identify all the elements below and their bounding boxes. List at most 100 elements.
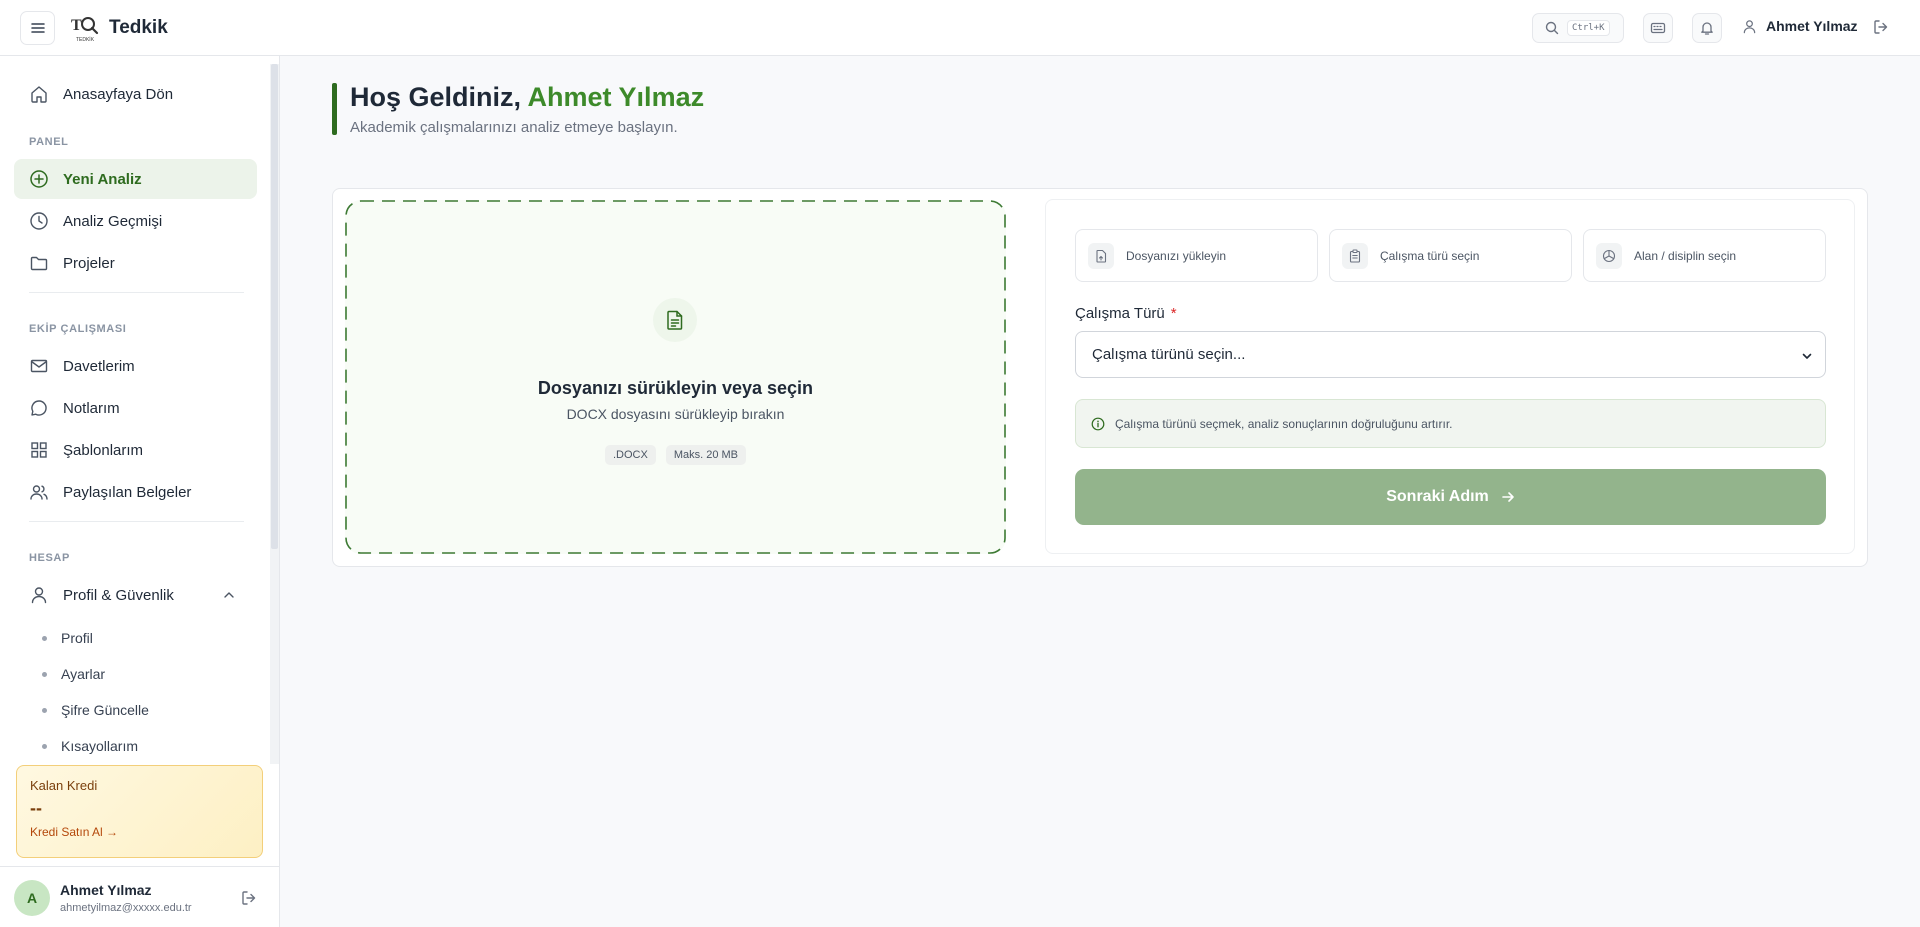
footer-user-name: Ahmet Yılmaz [60,882,152,898]
dropzone-border [345,200,1006,554]
info-icon [1091,417,1105,430]
sidebar: Anasayfaya Dön PANEL Yeni Analiz Analiz … [0,56,280,927]
svg-text:TEDKİK: TEDKİK [76,36,95,43]
clock-icon [30,212,48,230]
page-subtitle: Akademik çalışmalarınızı analiz etmeye b… [350,119,678,136]
work-type-label-text: Çalışma Türü [1075,305,1165,322]
hamburger-icon [30,23,45,33]
credit-title: Kalan Kredi [30,778,98,793]
sidebar-item-templates[interactable]: Şablonlarım [14,430,257,470]
welcome-user-name: Ahmet Yılmaz [527,82,705,112]
logout-icon [242,891,256,905]
bell-icon [1701,22,1713,35]
keyboard-icon [1650,22,1666,34]
search-button[interactable]: Ctrl+K [1532,13,1624,43]
section-label-panel: PANEL [29,136,69,148]
sidebar-item-new-analysis[interactable]: Yeni Analiz [14,159,257,199]
sidebar-item-label: Paylaşılan Belgeler [63,483,192,501]
top-user-name: Ahmet Yılmaz [1766,18,1858,34]
sidebar-item-label: Anasayfaya Dön [63,85,174,103]
menu-toggle-button[interactable] [20,11,55,45]
bullet-dot [42,707,47,713]
sidebar-user-footer: A Ahmet Yılmaz ahmetyilmaz@xxxxx.edu.tr [0,866,279,927]
credit-card: Kalan Kredi -- Kredi Satın Al → [16,765,263,858]
sidebar-subitem-label: Kısayollarım [61,738,139,754]
notifications-button[interactable] [1692,13,1722,43]
max-size-badge: Maks. 20 MB [665,445,747,465]
grid-icon [31,442,47,458]
user-menu[interactable]: Ahmet Yılmaz [1742,18,1858,34]
bullet-dot [42,635,47,641]
work-type-select[interactable]: Çalışma türünü seçin... [1075,331,1826,378]
work-type-label: Çalışma Türü * [1075,305,1177,322]
next-step-label: Sonraki Adım [1386,488,1489,505]
sidebar-subitem-label: Profil [61,630,93,646]
sidebar-item-invitations[interactable]: Davetlerim [14,346,257,386]
sidebar-item-projects[interactable]: Projeler [14,243,257,283]
dropzone-badges: .DOCX Maks. 20 MB [345,445,1006,465]
sidebar-item-label: Analiz Geçmişi [63,212,163,230]
plus-circle-icon [30,170,48,188]
work-type-select-value: Çalışma türünü seçin... [1092,346,1246,363]
next-step-button[interactable]: Sonraki Adım [1075,469,1826,525]
chevron-down-icon [1802,353,1812,359]
credit-value: -- [30,798,42,818]
sidebar-subitem-label: Şifre Güncelle [61,702,149,718]
section-label-account: HESAP [29,552,70,564]
welcome-accent-bar [332,83,337,135]
svg-text:T: T [71,17,82,34]
avatar[interactable]: A [14,880,50,916]
bullet-dot [42,671,47,677]
compass-icon [1596,242,1622,269]
logout-button[interactable] [1872,18,1890,36]
info-hint: Çalışma türünü seçmek, analiz sonuçların… [1075,399,1826,448]
step-select-work-type: Çalışma türü seçin [1329,229,1572,282]
section-label-team: EKİP ÇALIŞMASI [29,323,127,335]
sidebar-item-analysis-history[interactable]: Analiz Geçmişi [14,201,257,241]
sidebar-item-label: Notlarım [63,399,120,417]
arrow-right-icon [1501,492,1514,502]
info-text: Çalışma türünü seçmek, analiz sonuçların… [1115,416,1453,431]
sidebar-item-label: Davetlerim [63,357,135,375]
home-icon [31,86,47,103]
file-dropzone[interactable]: Dosyanızı sürükleyin veya seçin DOCX dos… [345,200,1006,554]
step-label: Alan / disiplin seçin [1634,248,1737,263]
sidebar-subitem-label: Ayarlar [61,666,106,682]
mail-icon [30,359,48,373]
clipboard-icon [1342,242,1368,269]
user-icon [1743,19,1756,33]
step-select-discipline: Alan / disiplin seçin [1583,229,1826,282]
dropzone-subtitle: DOCX dosyasını sürükleyip bırakın [566,406,785,422]
sidebar-subitem-shortcuts[interactable]: Kısayollarım [42,738,138,754]
footer-logout-button[interactable] [240,889,258,907]
sidebar-divider [29,292,244,293]
buy-credit-link[interactable]: Kredi Satın Al → [30,825,249,839]
required-asterisk: * [1170,305,1177,322]
step-upload-file: Dosyanızı yükleyin [1075,229,1318,282]
sidebar-item-shared-documents[interactable]: Paylaşılan Belgeler [14,472,257,512]
sidebar-divider [29,521,244,522]
sidebar-item-label: Profil & Güvenlik [63,586,174,604]
document-icon-wrapper [653,298,697,342]
top-bar: T TEDKİK Tedkik Ctrl+K Ahmet Yılmaz [0,0,1920,56]
keyboard-shortcuts-button[interactable] [1643,13,1673,43]
document-icon [667,310,683,330]
sidebar-subitem-profile[interactable]: Profil [42,630,93,646]
sidebar-subitem-change-password[interactable]: Şifre Güncelle [42,702,149,718]
step-label: Çalışma türü seçin [1380,248,1480,263]
file-upload-icon [1088,242,1114,269]
sidebar-subitem-settings[interactable]: Ayarlar [42,666,105,682]
sidebar-item-label: Yeni Analiz [63,170,142,188]
sidebar-scrollbar-thumb[interactable] [271,64,278,549]
tedkik-logo[interactable]: T TEDKİK [70,13,100,43]
sidebar-item-label: Şablonlarım [63,441,144,459]
sidebar-item-notes[interactable]: Notlarım [14,388,257,428]
sidebar-group-profile-security[interactable]: Profil & Güvenlik [14,575,257,615]
sidebar-item-home[interactable]: Anasayfaya Dön [14,74,257,114]
footer-user-email: ahmetyilmaz@xxxxx.edu.tr [60,902,192,914]
search-shortcut: Ctrl+K [1567,20,1610,36]
chat-bubble-icon [31,400,47,416]
bullet-dot [42,743,47,749]
chevron-up-icon [224,592,234,598]
user-icon [31,587,47,604]
